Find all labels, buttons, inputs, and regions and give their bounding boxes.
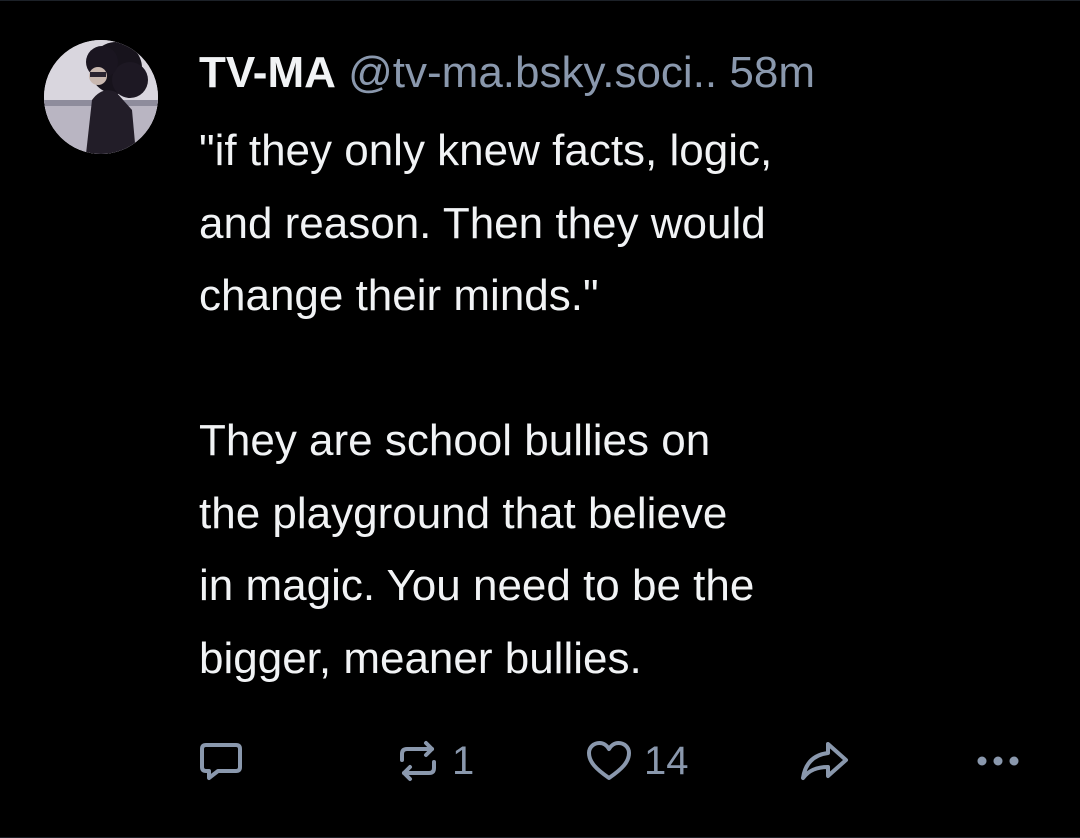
repost-button[interactable]: 1 (394, 731, 474, 791)
reply-icon (200, 743, 242, 780)
repost-icon (400, 741, 436, 781)
like-button[interactable]: 14 (584, 731, 689, 791)
author-display-name[interactable]: TV-MA (199, 48, 336, 97)
reply-button[interactable] (196, 731, 246, 791)
more-options-button[interactable] (974, 731, 1022, 791)
post-card[interactable]: TV-MA @tv-ma.bsky.soci.. 58m "if they on… (0, 0, 1080, 838)
more-icon (977, 756, 1019, 766)
share-button[interactable] (798, 731, 852, 791)
share-icon (801, 742, 848, 780)
heart-icon (587, 741, 631, 780)
like-count: 14 (644, 739, 689, 783)
post-text: "if they only knew facts, logic, and rea… (199, 126, 773, 683)
avatar[interactable] (44, 40, 158, 154)
post-timestamp[interactable]: 58m (729, 48, 815, 97)
post-actions-bar: 1 14 (0, 731, 1080, 791)
post-header: TV-MA @tv-ma.bsky.soci.. 58m (199, 45, 815, 101)
repost-count: 1 (452, 739, 475, 783)
author-handle[interactable]: @tv-ma.bsky.soci.. (348, 48, 717, 97)
profile-photo-icon (44, 40, 158, 154)
